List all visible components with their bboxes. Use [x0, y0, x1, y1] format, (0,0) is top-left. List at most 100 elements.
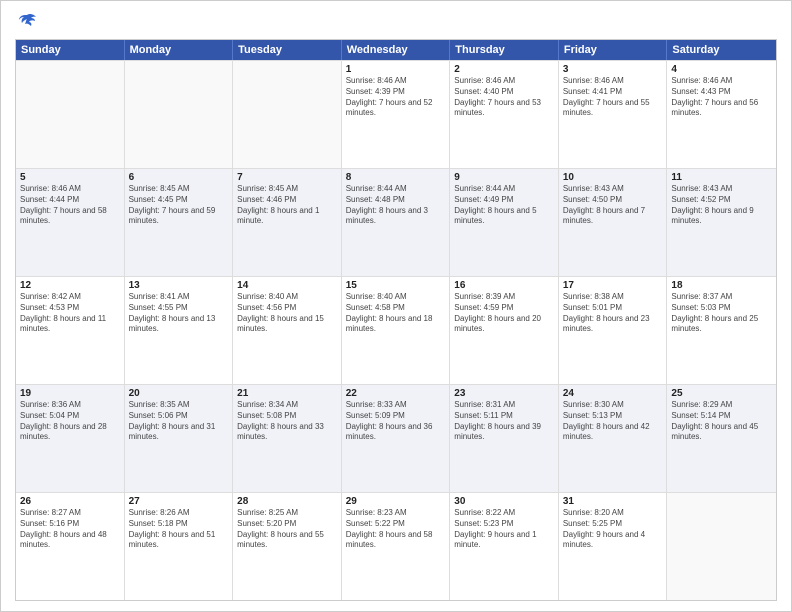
day-cell-14: 14Sunrise: 8:40 AM Sunset: 4:56 PM Dayli… — [233, 277, 342, 384]
empty-cell — [233, 61, 342, 168]
day-number: 10 — [563, 172, 663, 183]
day-cell-28: 28Sunrise: 8:25 AM Sunset: 5:20 PM Dayli… — [233, 493, 342, 600]
day-number: 5 — [20, 172, 120, 183]
day-number: 20 — [129, 388, 229, 399]
day-info: Sunrise: 8:45 AM Sunset: 4:45 PM Dayligh… — [129, 184, 229, 227]
day-cell-13: 13Sunrise: 8:41 AM Sunset: 4:55 PM Dayli… — [125, 277, 234, 384]
day-cell-6: 6Sunrise: 8:45 AM Sunset: 4:45 PM Daylig… — [125, 169, 234, 276]
day-info: Sunrise: 8:43 AM Sunset: 4:52 PM Dayligh… — [671, 184, 772, 227]
day-number: 1 — [346, 64, 446, 75]
day-cell-3: 3Sunrise: 8:46 AM Sunset: 4:41 PM Daylig… — [559, 61, 668, 168]
day-cell-11: 11Sunrise: 8:43 AM Sunset: 4:52 PM Dayli… — [667, 169, 776, 276]
empty-cell — [667, 493, 776, 600]
day-info: Sunrise: 8:44 AM Sunset: 4:49 PM Dayligh… — [454, 184, 554, 227]
day-number: 22 — [346, 388, 446, 399]
empty-cell — [125, 61, 234, 168]
header-day-tuesday: Tuesday — [233, 40, 342, 60]
calendar-page: SundayMondayTuesdayWednesdayThursdayFrid… — [0, 0, 792, 612]
day-cell-16: 16Sunrise: 8:39 AM Sunset: 4:59 PM Dayli… — [450, 277, 559, 384]
day-cell-18: 18Sunrise: 8:37 AM Sunset: 5:03 PM Dayli… — [667, 277, 776, 384]
day-info: Sunrise: 8:27 AM Sunset: 5:16 PM Dayligh… — [20, 508, 120, 551]
day-info: Sunrise: 8:33 AM Sunset: 5:09 PM Dayligh… — [346, 400, 446, 443]
calendar-grid: SundayMondayTuesdayWednesdayThursdayFrid… — [15, 39, 777, 601]
header-day-thursday: Thursday — [450, 40, 559, 60]
day-info: Sunrise: 8:44 AM Sunset: 4:48 PM Dayligh… — [346, 184, 446, 227]
day-info: Sunrise: 8:22 AM Sunset: 5:23 PM Dayligh… — [454, 508, 554, 551]
day-info: Sunrise: 8:46 AM Sunset: 4:41 PM Dayligh… — [563, 76, 663, 119]
day-cell-29: 29Sunrise: 8:23 AM Sunset: 5:22 PM Dayli… — [342, 493, 451, 600]
day-info: Sunrise: 8:38 AM Sunset: 5:01 PM Dayligh… — [563, 292, 663, 335]
day-number: 3 — [563, 64, 663, 75]
day-cell-31: 31Sunrise: 8:20 AM Sunset: 5:25 PM Dayli… — [559, 493, 668, 600]
day-cell-12: 12Sunrise: 8:42 AM Sunset: 4:53 PM Dayli… — [16, 277, 125, 384]
day-number: 19 — [20, 388, 120, 399]
day-cell-25: 25Sunrise: 8:29 AM Sunset: 5:14 PM Dayli… — [667, 385, 776, 492]
day-number: 30 — [454, 496, 554, 507]
day-cell-7: 7Sunrise: 8:45 AM Sunset: 4:46 PM Daylig… — [233, 169, 342, 276]
day-number: 8 — [346, 172, 446, 183]
day-cell-30: 30Sunrise: 8:22 AM Sunset: 5:23 PM Dayli… — [450, 493, 559, 600]
day-info: Sunrise: 8:41 AM Sunset: 4:55 PM Dayligh… — [129, 292, 229, 335]
day-number: 6 — [129, 172, 229, 183]
day-number: 15 — [346, 280, 446, 291]
header-day-monday: Monday — [125, 40, 234, 60]
day-number: 2 — [454, 64, 554, 75]
day-cell-2: 2Sunrise: 8:46 AM Sunset: 4:40 PM Daylig… — [450, 61, 559, 168]
day-info: Sunrise: 8:29 AM Sunset: 5:14 PM Dayligh… — [671, 400, 772, 443]
day-info: Sunrise: 8:40 AM Sunset: 4:56 PM Dayligh… — [237, 292, 337, 335]
day-cell-5: 5Sunrise: 8:46 AM Sunset: 4:44 PM Daylig… — [16, 169, 125, 276]
day-info: Sunrise: 8:45 AM Sunset: 4:46 PM Dayligh… — [237, 184, 337, 227]
day-number: 11 — [671, 172, 772, 183]
day-cell-22: 22Sunrise: 8:33 AM Sunset: 5:09 PM Dayli… — [342, 385, 451, 492]
day-number: 12 — [20, 280, 120, 291]
day-info: Sunrise: 8:35 AM Sunset: 5:06 PM Dayligh… — [129, 400, 229, 443]
calendar-row-2: 12Sunrise: 8:42 AM Sunset: 4:53 PM Dayli… — [16, 276, 776, 384]
day-cell-19: 19Sunrise: 8:36 AM Sunset: 5:04 PM Dayli… — [16, 385, 125, 492]
page-header — [15, 13, 777, 31]
day-number: 23 — [454, 388, 554, 399]
calendar-row-4: 26Sunrise: 8:27 AM Sunset: 5:16 PM Dayli… — [16, 492, 776, 600]
day-info: Sunrise: 8:46 AM Sunset: 4:43 PM Dayligh… — [671, 76, 772, 119]
day-info: Sunrise: 8:34 AM Sunset: 5:08 PM Dayligh… — [237, 400, 337, 443]
day-cell-4: 4Sunrise: 8:46 AM Sunset: 4:43 PM Daylig… — [667, 61, 776, 168]
day-cell-17: 17Sunrise: 8:38 AM Sunset: 5:01 PM Dayli… — [559, 277, 668, 384]
day-number: 24 — [563, 388, 663, 399]
header-day-friday: Friday — [559, 40, 668, 60]
day-info: Sunrise: 8:46 AM Sunset: 4:40 PM Dayligh… — [454, 76, 554, 119]
calendar-row-1: 5Sunrise: 8:46 AM Sunset: 4:44 PM Daylig… — [16, 168, 776, 276]
day-number: 14 — [237, 280, 337, 291]
day-number: 29 — [346, 496, 446, 507]
day-number: 4 — [671, 64, 772, 75]
day-info: Sunrise: 8:23 AM Sunset: 5:22 PM Dayligh… — [346, 508, 446, 551]
day-cell-20: 20Sunrise: 8:35 AM Sunset: 5:06 PM Dayli… — [125, 385, 234, 492]
day-cell-26: 26Sunrise: 8:27 AM Sunset: 5:16 PM Dayli… — [16, 493, 125, 600]
day-info: Sunrise: 8:40 AM Sunset: 4:58 PM Dayligh… — [346, 292, 446, 335]
header-day-sunday: Sunday — [16, 40, 125, 60]
header-day-saturday: Saturday — [667, 40, 776, 60]
day-info: Sunrise: 8:39 AM Sunset: 4:59 PM Dayligh… — [454, 292, 554, 335]
calendar-row-3: 19Sunrise: 8:36 AM Sunset: 5:04 PM Dayli… — [16, 384, 776, 492]
day-info: Sunrise: 8:46 AM Sunset: 4:44 PM Dayligh… — [20, 184, 120, 227]
day-cell-8: 8Sunrise: 8:44 AM Sunset: 4:48 PM Daylig… — [342, 169, 451, 276]
day-cell-21: 21Sunrise: 8:34 AM Sunset: 5:08 PM Dayli… — [233, 385, 342, 492]
day-info: Sunrise: 8:43 AM Sunset: 4:50 PM Dayligh… — [563, 184, 663, 227]
day-number: 27 — [129, 496, 229, 507]
day-cell-24: 24Sunrise: 8:30 AM Sunset: 5:13 PM Dayli… — [559, 385, 668, 492]
day-cell-15: 15Sunrise: 8:40 AM Sunset: 4:58 PM Dayli… — [342, 277, 451, 384]
header-day-wednesday: Wednesday — [342, 40, 451, 60]
day-info: Sunrise: 8:26 AM Sunset: 5:18 PM Dayligh… — [129, 508, 229, 551]
day-info: Sunrise: 8:46 AM Sunset: 4:39 PM Dayligh… — [346, 76, 446, 119]
logo — [15, 13, 39, 31]
empty-cell — [16, 61, 125, 168]
day-info: Sunrise: 8:36 AM Sunset: 5:04 PM Dayligh… — [20, 400, 120, 443]
day-number: 26 — [20, 496, 120, 507]
day-info: Sunrise: 8:31 AM Sunset: 5:11 PM Dayligh… — [454, 400, 554, 443]
day-number: 7 — [237, 172, 337, 183]
calendar-header: SundayMondayTuesdayWednesdayThursdayFrid… — [16, 40, 776, 60]
day-cell-1: 1Sunrise: 8:46 AM Sunset: 4:39 PM Daylig… — [342, 61, 451, 168]
day-cell-23: 23Sunrise: 8:31 AM Sunset: 5:11 PM Dayli… — [450, 385, 559, 492]
day-number: 31 — [563, 496, 663, 507]
day-number: 17 — [563, 280, 663, 291]
calendar-row-0: 1Sunrise: 8:46 AM Sunset: 4:39 PM Daylig… — [16, 60, 776, 168]
day-number: 16 — [454, 280, 554, 291]
